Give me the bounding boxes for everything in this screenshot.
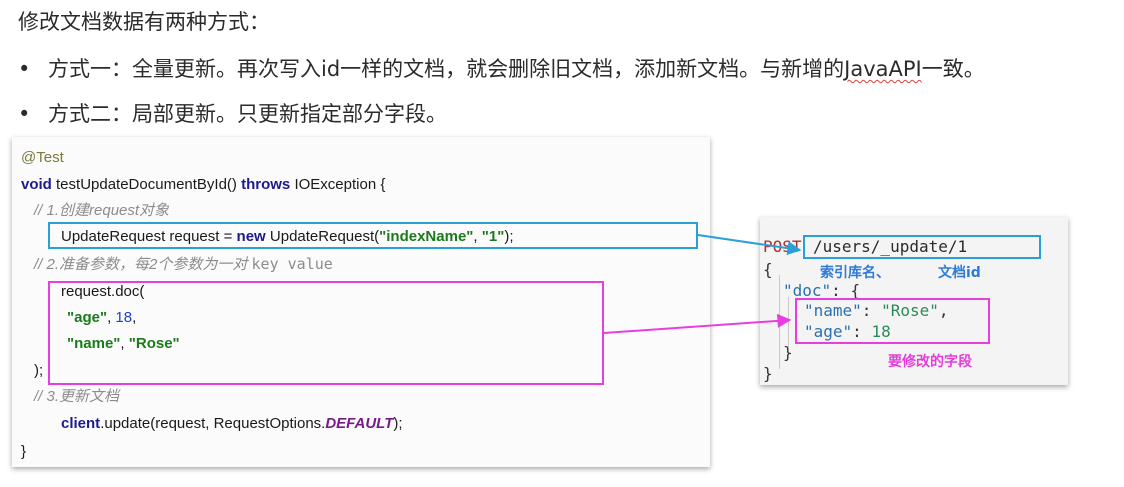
arrow-params-to-fields [603,313,792,334]
connector-arrows [603,234,802,334]
arrow-request-to-url [697,234,802,256]
